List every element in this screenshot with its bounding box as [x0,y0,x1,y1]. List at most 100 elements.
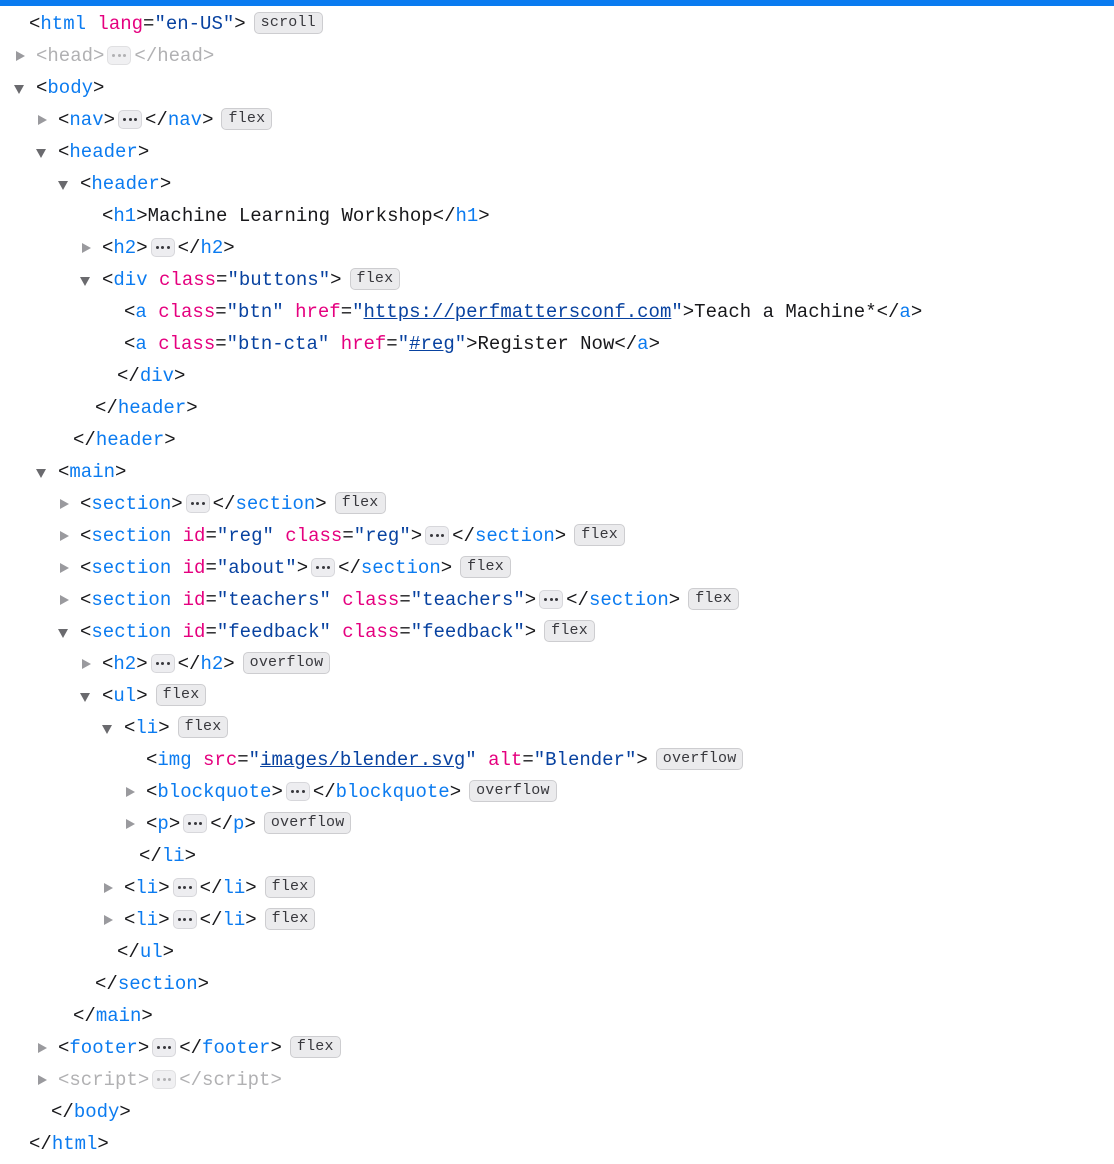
text-node[interactable]: Teach a Machine* [694,296,876,328]
twisty-collapsed-icon[interactable] [36,1064,51,1096]
attr-value-alt[interactable]: Blender [545,744,625,776]
node-line-a-btn-cta[interactable]: < a class = " btn-cta " href = " #reg " > Register … [0,328,1114,360]
expand-ellipsis-button[interactable] [118,109,143,129]
attr-value-href-link[interactable]: #reg [409,328,455,360]
expand-ellipsis-button[interactable] [285,781,310,801]
display-badge-flex[interactable]: flex [349,268,401,290]
node-line-section-feedback[interactable]: < section id = " feedback " class = " feedback " >… [0,616,1114,648]
node-line-main-open[interactable]: < main > [0,456,1114,488]
node-line-p[interactable]: < p > </p > overflow [0,808,1114,840]
display-badge-flex[interactable]: flex [334,492,386,514]
twisty-expanded-icon[interactable] [36,136,51,168]
node-line-body-close[interactable]: </body > [0,1096,1114,1128]
twisty-expanded-icon[interactable] [36,456,51,488]
expand-ellipsis-button[interactable] [425,525,450,545]
attr-value-id[interactable]: teachers [228,584,319,616]
node-line-h1[interactable]: < h1 > Machine Learning Workshop </h1 > [0,200,1114,232]
node-line-main-close[interactable]: </main > [0,1000,1114,1032]
node-line-head[interactable]: < head > </head > [0,40,1114,72]
attr-value-id[interactable]: about [228,552,285,584]
expand-ellipsis-button[interactable] [150,653,175,673]
node-line-section-teachers[interactable]: < section id = " teachers " class = " teachers " >… [0,584,1114,616]
twisty-collapsed-icon[interactable] [80,232,95,264]
twisty-collapsed-icon[interactable] [102,872,117,904]
display-badge-flex[interactable]: flex [177,716,229,738]
twisty-collapsed-icon[interactable] [58,488,73,520]
attr-value-class[interactable]: btn [238,296,272,328]
node-line-nav[interactable]: < nav > </nav > flex [0,104,1114,136]
expand-ellipsis-button[interactable] [183,813,208,833]
twisty-collapsed-icon[interactable] [36,1032,51,1064]
attr-value-href-link[interactable]: https://perfmattersconf.com [364,296,672,328]
attr-value-class[interactable]: reg [365,520,399,552]
node-line-section-feedback-close[interactable]: </section > [0,968,1114,1000]
node-line-ul-close[interactable]: </ul > [0,936,1114,968]
node-line-ul[interactable]: < ul > flex [0,680,1114,712]
text-node[interactable]: Register Now [478,328,615,360]
twisty-collapsed-icon[interactable] [124,808,139,840]
node-line-html-open[interactable]: < html lang = " en-US " > scroll [0,8,1114,40]
node-line-header-inner[interactable]: < header > [0,168,1114,200]
display-badge-flex[interactable]: flex [574,524,626,546]
twisty-expanded-icon[interactable] [58,616,73,648]
display-badge-flex[interactable]: flex [155,684,207,706]
twisty-expanded-icon[interactable] [80,680,95,712]
node-line-div-buttons[interactable]: < div class = " buttons " > flex [0,264,1114,296]
twisty-expanded-icon[interactable] [58,168,73,200]
node-line-div-buttons-close[interactable]: </div > [0,360,1114,392]
display-badge-overflow[interactable]: overflow [469,780,557,802]
expand-ellipsis-button[interactable] [185,493,210,513]
node-line-img-blender[interactable]: < img src = " images/blender.svg " alt = " Blend… [0,744,1114,776]
expand-ellipsis-button[interactable] [172,877,197,897]
twisty-collapsed-icon[interactable] [80,648,95,680]
twisty-collapsed-icon[interactable] [124,776,139,808]
attr-value[interactable]: buttons [239,264,319,296]
attr-value-src-link[interactable]: images/blender.svg [260,744,465,776]
expand-ellipsis-button[interactable] [152,1037,177,1057]
expand-ellipsis-button[interactable] [150,237,175,257]
attr-value-id[interactable]: feedback [228,616,319,648]
twisty-expanded-icon[interactable] [80,264,95,296]
display-badge-flex[interactable]: flex [221,108,273,130]
node-line-section-reg[interactable]: < section id = " reg " class = " reg " > </section >… [0,520,1114,552]
node-line-html-close[interactable]: </html > [0,1128,1114,1160]
node-line-li-1[interactable]: < li > flex [0,712,1114,744]
node-line-h2-hero[interactable]: < h2 > </h2 > [0,232,1114,264]
display-badge-overflow[interactable]: overflow [242,652,331,674]
text-node[interactable]: Machine Learning Workshop [148,200,433,232]
node-line-li-3[interactable]: < li > </li > flex [0,904,1114,936]
expand-ellipsis-button[interactable] [107,45,132,65]
attr-value-class[interactable]: teachers [422,584,513,616]
twisty-collapsed-icon[interactable] [36,104,51,136]
node-line-blockquote[interactable]: < blockquote > </blockquote > overflow [0,776,1114,808]
expand-ellipsis-button[interactable] [539,589,564,609]
node-line-a-btn[interactable]: < a class = " btn " href = " https://perfmatters… [0,296,1114,328]
node-line-header-inner-close[interactable]: </header > [0,392,1114,424]
twisty-expanded-icon[interactable] [102,712,117,744]
node-line-footer[interactable]: < footer > </footer > flex [0,1032,1114,1064]
node-line-section-about[interactable]: < section id = " about " > </section > flex [0,552,1114,584]
node-line-h2-feedback[interactable]: < h2 > </h2 > overflow [0,648,1114,680]
display-badge-overflow[interactable]: overflow [655,748,744,770]
node-line-script[interactable]: < script > </script > [0,1064,1114,1096]
twisty-expanded-icon[interactable] [14,72,29,104]
node-line-body-open[interactable]: < body > [0,72,1114,104]
display-badge-flex[interactable]: flex [544,620,595,642]
twisty-collapsed-icon[interactable] [58,584,73,616]
node-line-header-outer-close[interactable]: </header > [0,424,1114,456]
twisty-collapsed-icon[interactable] [102,904,117,936]
display-badge-flex[interactable]: flex [688,588,740,610]
display-badge-scroll[interactable]: scroll [253,12,323,34]
attr-value-class[interactable]: btn-cta [238,328,318,360]
node-line-section-hero[interactable]: < section > </section > flex [0,488,1114,520]
node-line-li-2[interactable]: < li > </li > flex [0,872,1114,904]
expand-ellipsis-button[interactable] [172,909,197,929]
display-badge-flex[interactable]: flex [460,556,511,578]
attr-value-id[interactable]: reg [228,520,262,552]
display-badge-flex[interactable]: flex [264,908,316,930]
display-badge-overflow[interactable]: overflow [263,812,352,834]
twisty-collapsed-icon[interactable] [14,40,29,72]
twisty-collapsed-icon[interactable] [58,552,73,584]
attr-value-class[interactable]: feedback [422,616,513,648]
node-line-header-outer[interactable]: < header > [0,136,1114,168]
